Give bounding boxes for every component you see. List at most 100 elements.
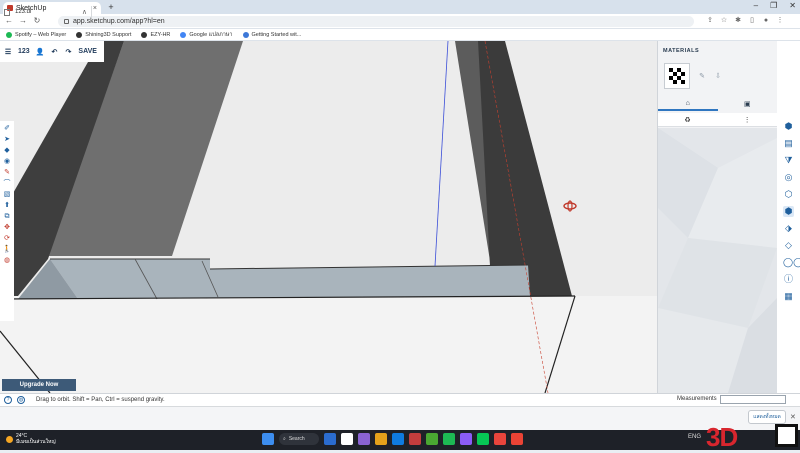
hamburger-menu-icon[interactable]: ☰	[4, 48, 12, 56]
extensions-icon[interactable]: ✱	[734, 17, 742, 25]
file-icon	[4, 8, 10, 16]
current-material-swatch[interactable]	[664, 63, 690, 89]
walk-tool-icon[interactable]: 🚶	[3, 245, 12, 254]
save-button[interactable]: SAVE	[78, 48, 97, 55]
materials-panel: MATERIALS ✎ ⇩ ⌂ ▣ ♻ ⋮	[657, 41, 777, 393]
taskbar-app-icon[interactable]	[460, 433, 472, 445]
move-tool-icon[interactable]: ✥	[3, 223, 12, 232]
tab-close-icon[interactable]: ×	[93, 5, 97, 12]
bookmark-item[interactable]: Getting Started wit...	[242, 31, 302, 38]
tab-browse[interactable]: ▣	[718, 97, 778, 111]
materials-list-area	[658, 128, 777, 393]
globe-icon[interactable]: ◍	[17, 396, 25, 404]
taskbar-apps: ⌕ Search	[262, 433, 523, 445]
bookmark-item[interactable]: Google แปลภาษา	[180, 31, 233, 39]
push-pull-icon[interactable]: ⬆	[3, 201, 12, 210]
download-item[interactable]: 123.dl ∧	[4, 6, 92, 18]
sidepanel-icon[interactable]: ▯	[748, 17, 756, 25]
materials-icon[interactable]: ⬢	[783, 206, 794, 217]
bookmark-item[interactable]: Spotify – Web Player	[6, 31, 67, 38]
styles-icon[interactable]: ◎	[783, 172, 794, 183]
materials-tabs: ⌂ ▣	[658, 97, 777, 111]
tab-in-model[interactable]: ⌂	[658, 97, 718, 111]
instructor-icon[interactable]: ▤	[783, 138, 794, 149]
profile-icon[interactable]: ●	[762, 17, 770, 25]
outliner-icon[interactable]: ◇	[783, 240, 794, 251]
bookmark-item[interactable]: Shining3D Support	[76, 31, 132, 38]
upgrade-now-button[interactable]: Upgrade Now	[2, 379, 76, 391]
components-icon[interactable]: ⧩	[783, 155, 794, 166]
redo-icon[interactable]: ↷	[64, 48, 72, 56]
more-options-icon[interactable]: ⋮	[744, 116, 751, 124]
taskbar-app-icon[interactable]	[341, 433, 353, 445]
language-indicator[interactable]: ENG	[688, 434, 701, 440]
select-tool-icon[interactable]: ➤	[3, 135, 12, 144]
bookmark-label: Shining3D Support	[85, 31, 132, 38]
edit-material-icon[interactable]: ✎	[698, 73, 706, 81]
maximize-button[interactable]: ❐	[770, 1, 777, 10]
recycle-icon[interactable]: ♻	[684, 116, 690, 124]
new-tab-button[interactable]: +	[106, 2, 116, 12]
taskbar-app-icon[interactable]	[443, 433, 455, 445]
help-icon[interactable]: ⓘ	[783, 274, 794, 285]
bookmark-favicon-icon	[141, 31, 148, 38]
taskbar-search[interactable]: ⌕ Search	[279, 433, 319, 445]
eyedropper-tool-icon[interactable]: ✐	[3, 124, 12, 133]
taskbar-app-icon[interactable]	[409, 433, 421, 445]
sketchup-viewport[interactable]	[0, 41, 657, 393]
taskbar-app-icon[interactable]	[477, 433, 489, 445]
pencil-tool-icon[interactable]: ✎	[3, 168, 12, 177]
scenes-icon[interactable]: ⬗	[783, 223, 794, 234]
bookmark-star-icon[interactable]: ☆	[720, 17, 728, 25]
taskbar-app-icon[interactable]	[426, 433, 438, 445]
download-file-name: 123.dl	[15, 9, 32, 15]
orbit-tool-icon[interactable]: ◍	[3, 256, 12, 265]
taskbar-app-icon[interactable]	[324, 433, 336, 445]
bookmark-favicon-icon	[6, 31, 12, 38]
close-window-button[interactable]: ✕	[789, 1, 796, 10]
sketchup-top-toolbar: ☰ 123 👤 ↶ ↷ SAVE	[0, 41, 104, 62]
extension-icon[interactable]: ▦	[783, 291, 794, 302]
download-material-icon[interactable]: ⇩	[714, 73, 722, 81]
browser-menu-icon[interactable]: ⋮	[776, 17, 784, 25]
taskbar-app-icon[interactable]	[375, 433, 387, 445]
show-all-downloads-button[interactable]: แสดงทั้งหมด	[748, 410, 786, 424]
rectangle-tool-icon[interactable]: ▧	[3, 190, 12, 199]
eraser-tool-icon[interactable]: ◆	[3, 146, 12, 155]
right-panel-strip: ⬢ ▤ ⧩ ◎ ⬡ ⬢ ⬗ ◇ ◯◯ ⓘ ▦	[777, 41, 800, 393]
entity-info-icon[interactable]: ⬢	[783, 121, 794, 132]
base-surface	[0, 296, 657, 393]
browser-tab-strip	[0, 0, 800, 14]
url-field[interactable]: app.sketchup.com/app?hl=en	[58, 16, 694, 27]
watermark-logo: 3D	[706, 422, 738, 452]
user-icon[interactable]: 👤	[36, 48, 45, 56]
display-icon[interactable]: ◯◯	[783, 257, 800, 268]
rotate-tool-icon[interactable]: ⟳	[3, 234, 12, 243]
offset-tool-icon[interactable]: ⧉	[3, 212, 12, 221]
paint-bucket-icon[interactable]: ◉	[3, 157, 12, 166]
taskbar-app-icon[interactable]	[392, 433, 404, 445]
measurements-input[interactable]	[720, 395, 786, 404]
bookmark-label: Spotify – Web Player	[15, 31, 67, 38]
close-download-bar-icon[interactable]: ✕	[790, 413, 796, 421]
taskbar-app-icon[interactable]	[494, 433, 506, 445]
ledge-face	[50, 259, 530, 299]
measurements-label: Measurements	[677, 396, 717, 402]
bookmark-favicon-icon	[242, 31, 249, 38]
taskbar-app-icon[interactable]	[511, 433, 523, 445]
help-icon[interactable]: ?	[4, 396, 12, 404]
share-icon[interactable]: ⇪	[706, 17, 714, 25]
home-icon: ⌂	[685, 99, 690, 107]
download-menu-icon[interactable]: ∧	[82, 8, 87, 16]
bookmark-favicon-icon	[76, 31, 83, 38]
bookmark-label: Getting Started wit...	[251, 31, 302, 38]
minimize-button[interactable]: –	[754, 1, 758, 10]
bookmark-item[interactable]: EZY-HR	[141, 31, 170, 38]
model-name[interactable]: 123	[18, 48, 30, 55]
taskbar-app-icon[interactable]	[358, 433, 370, 445]
arc-tool-icon[interactable]: ⌒	[3, 179, 12, 188]
tags-icon[interactable]: ⬡	[783, 189, 794, 200]
weather-widget[interactable]: 24°C มีเมฆเป็นส่วนใหญ่	[6, 433, 56, 445]
start-menu-icon[interactable]	[262, 433, 274, 445]
undo-icon[interactable]: ↶	[50, 48, 58, 56]
